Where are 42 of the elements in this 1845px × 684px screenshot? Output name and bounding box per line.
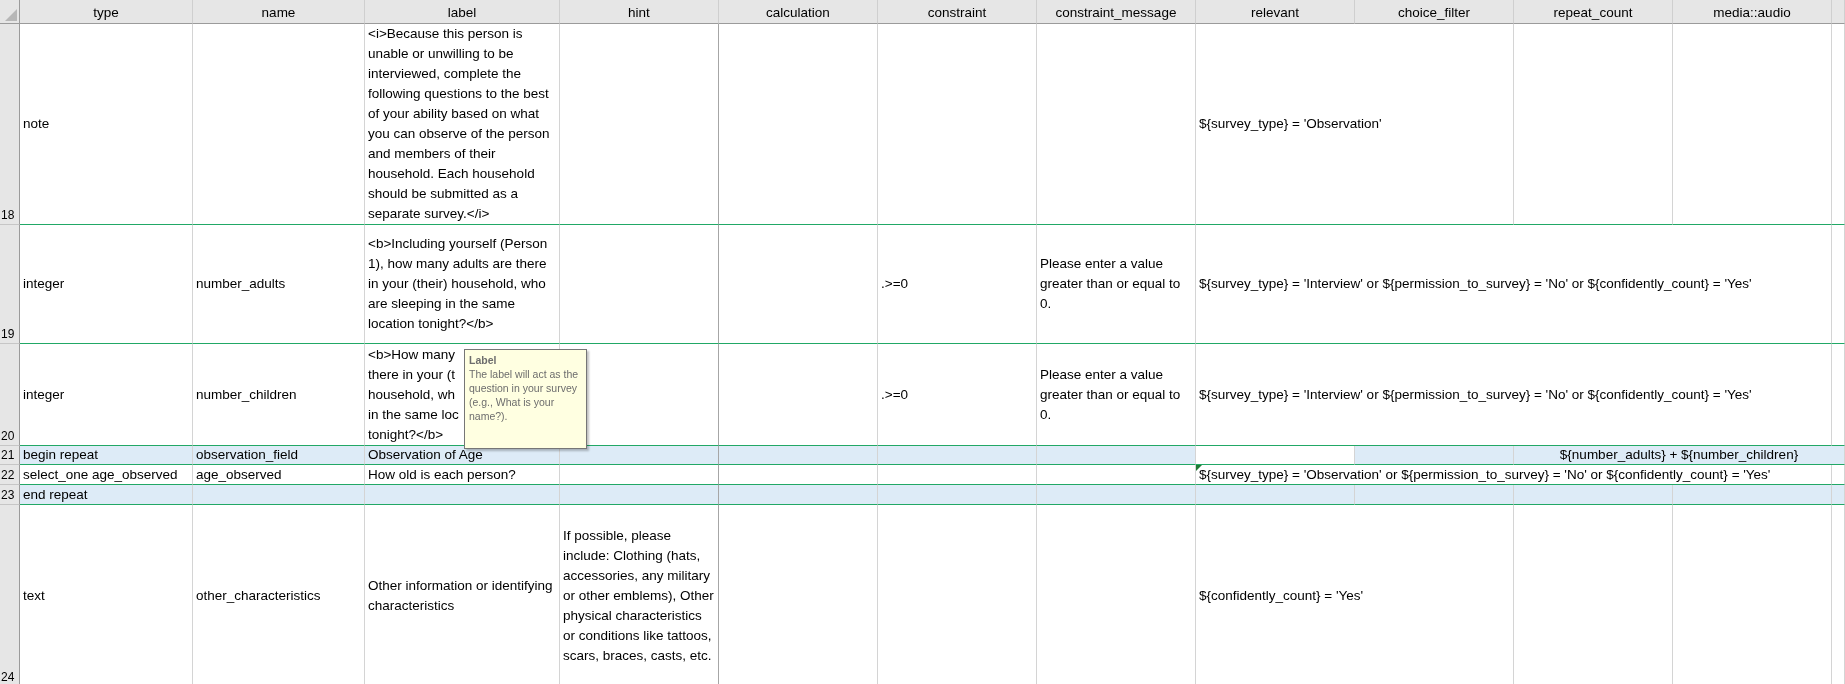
table-cell: ${number_adults} + ${number_children} [1514, 446, 1845, 465]
row-header[interactable]: 18 [0, 24, 20, 225]
column-header[interactable]: constraint_message [1037, 0, 1196, 24]
table-cell: ${confidently_count} = 'Yes' [1196, 505, 1514, 684]
column-header[interactable] [1832, 0, 1845, 24]
row-header[interactable]: 21 [0, 446, 20, 465]
table-cell: Observation of Age [365, 446, 560, 465]
table-cell: end repeat [20, 485, 193, 505]
table-cell: observation_field [193, 446, 365, 465]
column-header[interactable]: relevant [1196, 0, 1355, 24]
column-header[interactable]: hint [560, 0, 719, 24]
table-cell: other_characteristics [193, 505, 365, 684]
column-header[interactable]: repeat_count [1514, 0, 1673, 24]
column-header[interactable]: name [193, 0, 365, 24]
select-all-icon[interactable] [5, 9, 17, 21]
row-header[interactable]: 22 [0, 465, 20, 485]
row-header[interactable]: 19 [0, 225, 20, 344]
table-cell: Please enter a value greater than or equal to 0. [1037, 225, 1196, 344]
table-cell: If possible, please include: Clothing (hats, accessories, any military or other emblems), Other physical characteristics or conditions like tattoos, scars, braces, casts, etc. [560, 505, 719, 684]
row-header[interactable]: 24 [0, 505, 20, 684]
column-header[interactable]: label [365, 0, 560, 24]
error-indicator-icon[interactable] [1196, 465, 1202, 471]
table-cell: ${survey_type} = 'Interview' or ${permission_to_survey} = 'No' or ${confidently_count} = 'Yes' [1196, 225, 1832, 344]
table-cell: <i>Because this person is unable or unwilling to be interviewed, complete the following questions to the best of your ability based on what you can observe of the person and members of their household. Each household should be submitted as a separate survey.</i> [365, 24, 560, 225]
table-cell: begin repeat [20, 446, 193, 465]
table-cell: number_adults [193, 225, 365, 344]
table-cell: integer [20, 225, 193, 344]
column-header[interactable]: choice_filter [1355, 0, 1514, 24]
tooltip-title: Label [469, 353, 498, 367]
table-cell: Other information or identifying characteristics [365, 505, 560, 684]
row-header[interactable]: 20 [0, 344, 20, 446]
table-cell: ${survey_type} = 'Observation' [1196, 24, 1514, 225]
table-cell: text [20, 505, 193, 684]
column-header[interactable]: calculation [719, 0, 878, 24]
column-header[interactable]: type [20, 0, 193, 24]
table-cell: .>=0 [878, 225, 1037, 344]
table-cell: note [20, 24, 193, 225]
table-cell: <b>Including yourself (Person 1), how many adults are there in your (their) household, who are sleeping in the same location tonight?</b> [365, 225, 560, 344]
row-header[interactable]: 23 [0, 485, 20, 505]
column-header[interactable]: media::audio [1673, 0, 1832, 24]
cell-text: ${survey_type} = 'Observation' or ${permission_to_survey} = 'No' or ${confidently_count} = 'Yes' [1199, 465, 1772, 484]
column-header[interactable]: constraint [878, 0, 1037, 24]
